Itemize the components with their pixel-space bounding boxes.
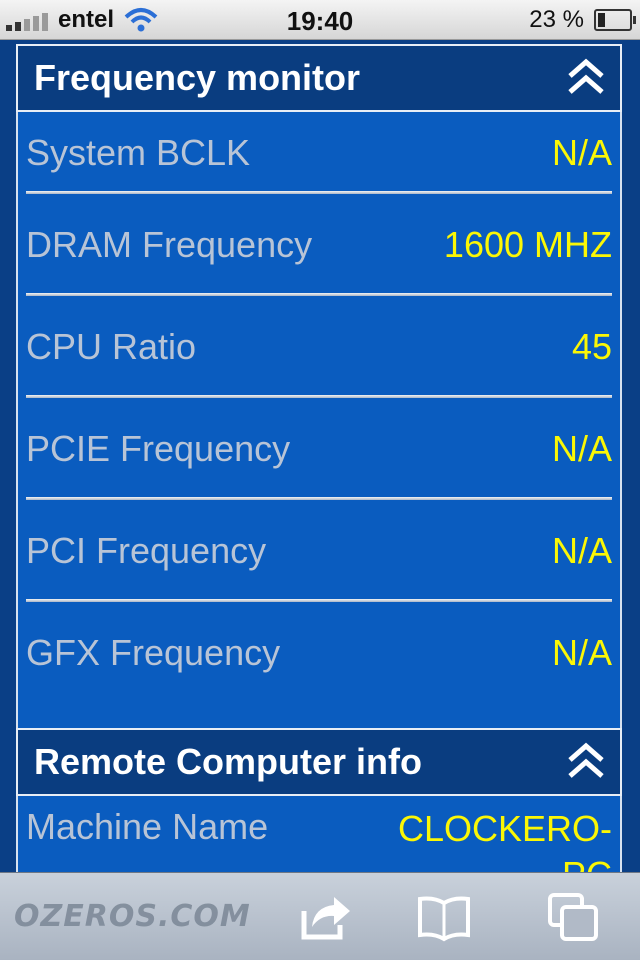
panel-title: Remote Computer info: [34, 741, 423, 782]
share-icon[interactable]: [298, 889, 354, 945]
list-item: GFX Frequency N/A: [18, 602, 620, 704]
row-value: N/A: [551, 132, 612, 173]
tabs-icon[interactable]: [546, 889, 602, 945]
row-label: GFX Frequency: [26, 632, 281, 673]
status-bar: entel 19:40 23 %: [0, 0, 640, 40]
row-label: CPU Ratio: [26, 326, 197, 367]
browser-toolbar: OZEROS.COM: [0, 872, 640, 960]
list-item: DRAM Frequency 1600 MHZ: [18, 194, 620, 296]
list-item: Machine Name CLOCKERO-PC: [18, 796, 620, 872]
collapse-chevron-up-icon[interactable]: [566, 742, 606, 782]
row-value: 45: [571, 326, 612, 367]
battery-icon: [594, 9, 636, 31]
row-value: N/A: [551, 428, 612, 469]
battery-percent: 23 %: [529, 6, 584, 33]
row-value: N/A: [551, 632, 612, 673]
list-item: PCIE Frequency N/A: [18, 398, 620, 500]
row-label: System BCLK: [26, 132, 251, 173]
row-label: PCI Frequency: [26, 530, 267, 571]
list-item: PCI Frequency N/A: [18, 500, 620, 602]
status-right: 23 %: [529, 6, 636, 34]
list-item: System BCLK N/A: [18, 112, 620, 194]
frequency-monitor-header[interactable]: Frequency monitor: [16, 44, 622, 112]
row-label: PCIE Frequency: [26, 428, 291, 469]
site-logo: OZEROS.COM: [14, 899, 251, 934]
remote-computer-info-header[interactable]: Remote Computer info: [16, 728, 622, 796]
collapse-chevron-up-icon[interactable]: [566, 58, 606, 98]
remote-computer-info-panel: Remote Computer info Machine Name CLOCKE…: [16, 728, 622, 872]
row-value: CLOCKERO-PC: [397, 808, 612, 872]
bookmarks-icon[interactable]: [416, 889, 472, 945]
row-label: DRAM Frequency: [26, 224, 313, 265]
frequency-monitor-panel: Frequency monitor System BCLK N/A DRAM F…: [16, 44, 622, 730]
main-content[interactable]: Frequency monitor System BCLK N/A DRAM F…: [0, 40, 640, 872]
list-item: CPU Ratio 45: [18, 296, 620, 398]
row-label: Machine Name: [26, 806, 269, 847]
row-value: 1600 MHZ: [443, 224, 612, 265]
row-value: N/A: [551, 530, 612, 571]
panel-title: Frequency monitor: [34, 57, 361, 98]
